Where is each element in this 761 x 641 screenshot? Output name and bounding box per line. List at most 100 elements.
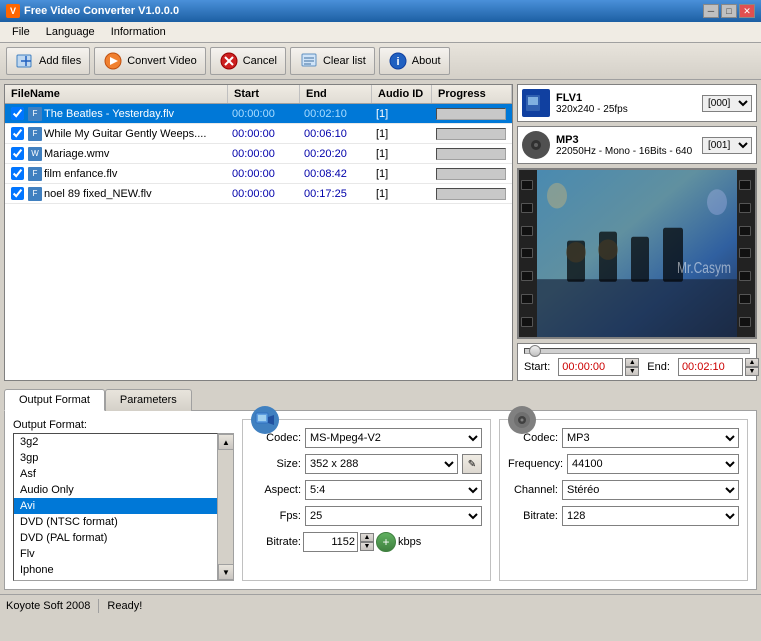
format-list-container: 3g2 3gp Asf Audio Only Avi DVD (NTSC for… [13, 433, 234, 581]
file-audio: [1] [372, 128, 432, 140]
start-time-input[interactable]: 00:00:00 [558, 358, 623, 376]
size-row: Size: 352 x 288 ✎ [251, 454, 482, 474]
list-item[interactable]: 3gp [14, 450, 217, 466]
end-time-input[interactable]: 00:02:10 [678, 358, 743, 376]
file-progress [432, 168, 512, 180]
scroll-track[interactable] [218, 450, 233, 564]
audio-codec-label: Codec: [508, 432, 558, 444]
col-filename-header[interactable]: FileName [5, 85, 228, 103]
video-aspect-select[interactable]: 5:4 [305, 480, 482, 500]
video-settings-icon [251, 406, 279, 434]
svg-text:Mr.Casym: Mr.Casym [677, 258, 731, 276]
menu-information[interactable]: Information [103, 24, 174, 40]
progress-bar [436, 188, 506, 200]
video-fps-select[interactable]: 25 [305, 506, 482, 526]
col-audio-header[interactable]: Audio ID [372, 85, 432, 103]
end-time-field: 00:02:10 ▲ ▼ [678, 358, 759, 376]
list-item[interactable]: Asf [14, 466, 217, 482]
seek-bar-area: Start: 00:00:00 ▲ ▼ End: 00:02:10 ▲ ▼ [517, 343, 757, 381]
audio-codec-select[interactable]: MP3 [562, 428, 739, 448]
film-hole [521, 203, 533, 213]
add-files-button[interactable]: Add files [6, 47, 90, 75]
col-progress-header[interactable]: Progress [432, 85, 512, 103]
format-list[interactable]: 3g2 3gp Asf Audio Only Avi DVD (NTSC for… [13, 433, 218, 581]
table-row[interactable]: F film enfance.flv 00:00:00 00:08:42 [1] [5, 164, 512, 184]
start-time-up[interactable]: ▲ [625, 358, 639, 367]
col-end-header[interactable]: End [300, 85, 372, 103]
file-name: film enfance.flv [44, 168, 117, 180]
main-content: FileName Start End Audio ID Progress F T… [0, 80, 761, 385]
clear-list-icon [299, 51, 319, 71]
title-bar: V Free Video Converter V1.0.0.0 ─ □ ✕ [0, 0, 761, 22]
video-bitrate-input[interactable]: 1152 [303, 532, 358, 552]
title-bar-left: V Free Video Converter V1.0.0.0 [6, 4, 179, 18]
table-row[interactable]: W Mariage.wmv 00:00:00 00:20:20 [1] [5, 144, 512, 164]
file-checkbox[interactable] [11, 147, 24, 160]
list-item[interactable]: DVD (NTSC format) [14, 514, 217, 530]
file-checkbox[interactable] [11, 187, 24, 200]
list-item-audio-only[interactable]: Audio Only [14, 482, 217, 498]
col-start-header[interactable]: Start [228, 85, 300, 103]
file-type-icon: F [28, 167, 42, 181]
file-checkbox[interactable] [11, 127, 24, 140]
file-audio: [1] [372, 108, 432, 120]
tab-output-format[interactable]: Output Format [4, 389, 105, 411]
audio-format-name: MP3 [556, 134, 696, 146]
list-item[interactable]: Iphone [14, 562, 217, 578]
list-item-avi[interactable]: Avi [14, 498, 217, 514]
audio-settings-icon [508, 406, 536, 434]
audio-format-info: MP3 22050Hz - Mono - 16Bits - 640 [001] [517, 126, 757, 164]
size-edit-button[interactable]: ✎ [462, 454, 482, 474]
list-item[interactable]: Flv [14, 546, 217, 562]
file-checkbox[interactable] [11, 107, 24, 120]
audio-channel-select[interactable]: Stéréo [562, 480, 739, 500]
scroll-down-button[interactable]: ▼ [218, 564, 234, 580]
menu-language[interactable]: Language [38, 24, 103, 40]
audio-track-dropdown[interactable]: [001] [702, 137, 752, 154]
scroll-up-button[interactable]: ▲ [218, 434, 234, 450]
film-hole [521, 317, 533, 327]
output-format-label: Output Format: [13, 419, 234, 431]
film-strip-left [519, 170, 537, 337]
bottom-panel: Output Format Parameters Output Format: … [0, 385, 761, 594]
table-row[interactable]: F While My Guitar Gently Weeps.... 00:00… [5, 124, 512, 144]
list-item[interactable]: 3g2 [14, 434, 217, 450]
end-time-up[interactable]: ▲ [745, 358, 759, 367]
video-codec-select[interactable]: MS-Mpeg4-V2 [305, 428, 482, 448]
file-name: The Beatles - Yesterday.flv [44, 108, 174, 120]
bitrate-down[interactable]: ▼ [360, 542, 374, 551]
file-audio: [1] [372, 168, 432, 180]
menu-bar: File Language Information [0, 22, 761, 43]
list-item[interactable]: DVD (PAL format) [14, 530, 217, 546]
video-track-dropdown[interactable]: [000] [702, 95, 752, 112]
table-row[interactable]: F The Beatles - Yesterday.flv 00:00:00 0… [5, 104, 512, 124]
file-end: 00:06:10 [300, 128, 372, 140]
maximize-button[interactable]: □ [721, 4, 737, 18]
bitrate-up[interactable]: ▲ [360, 533, 374, 542]
video-size-select[interactable]: 352 x 288 [305, 454, 458, 474]
start-time-down[interactable]: ▼ [625, 367, 639, 376]
seek-bar[interactable] [524, 348, 750, 354]
end-time-down[interactable]: ▼ [745, 367, 759, 376]
list-item[interactable]: Ipod [14, 578, 217, 581]
file-name-cell: F film enfance.flv [5, 167, 228, 181]
about-button[interactable]: i About [379, 47, 450, 75]
close-button[interactable]: ✕ [739, 4, 755, 18]
app-title: Free Video Converter V1.0.0.0 [24, 5, 179, 17]
table-row[interactable]: F noel 89 fixed_NEW.flv 00:00:00 00:17:2… [5, 184, 512, 204]
file-end: 00:02:10 [300, 108, 372, 120]
file-checkbox[interactable] [11, 167, 24, 180]
clear-list-button[interactable]: Clear list [290, 47, 375, 75]
minimize-button[interactable]: ─ [703, 4, 719, 18]
convert-video-button[interactable]: Convert Video [94, 47, 206, 75]
menu-file[interactable]: File [4, 24, 38, 40]
file-end: 00:17:25 [300, 188, 372, 200]
fps-row: Fps: 25 [251, 506, 482, 526]
audio-bitrate-select[interactable]: 128 [562, 506, 739, 526]
seek-thumb[interactable] [529, 345, 541, 357]
convert-video-label: Convert Video [127, 55, 197, 67]
cancel-button[interactable]: Cancel [210, 47, 286, 75]
audio-frequency-select[interactable]: 44100 [567, 454, 739, 474]
tab-parameters[interactable]: Parameters [105, 389, 192, 411]
bitrate-add-button[interactable]: + [376, 532, 396, 552]
